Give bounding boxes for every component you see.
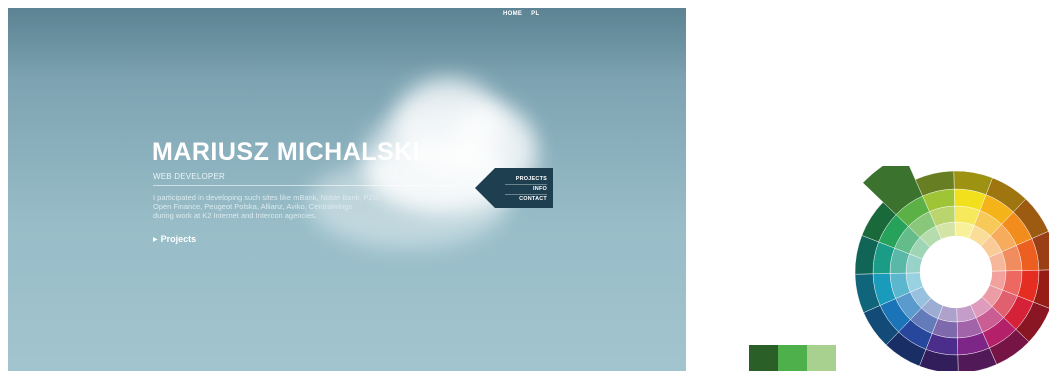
- wheel-center: [920, 236, 992, 308]
- hero-name: MARIUSZ MICHALSKI: [152, 138, 421, 166]
- side-menu-item-contact[interactable]: CONTACT: [505, 195, 547, 204]
- hero-description: I participated in developing such sites …: [153, 193, 381, 220]
- projects-link[interactable]: ▶ Projects: [153, 234, 196, 244]
- top-nav: HOME PL: [503, 11, 546, 17]
- triangle-right-icon: ▶: [153, 237, 158, 243]
- website-screenshot: HOME PL MARIUSZ MICHALSKI WEB DEVELOPER …: [8, 8, 686, 371]
- description-line: during work at K2 Internet and Intercon …: [153, 211, 317, 220]
- hero-role: WEB DEVELOPER: [153, 172, 225, 181]
- swatch-dark-green: [749, 345, 778, 371]
- swatch-light-green: [807, 345, 836, 371]
- color-wheel: [854, 166, 1049, 371]
- side-menu-item-info[interactable]: INFO: [505, 185, 547, 195]
- color-swatches: [749, 345, 836, 371]
- sky-shade: [8, 8, 686, 78]
- description-line: I participated in developing such sites …: [153, 193, 381, 202]
- projects-link-label: Projects: [160, 234, 197, 244]
- nav-pl-link[interactable]: PL: [531, 11, 539, 17]
- side-menu-item-projects[interactable]: PROJECTS: [505, 175, 547, 185]
- description-line: Open Finance, Peugeot Polska, Allianz, A…: [153, 202, 353, 211]
- hero-divider: [153, 185, 455, 186]
- nav-home-link[interactable]: HOME: [503, 11, 522, 17]
- swatch-green: [778, 345, 807, 371]
- side-menu: PROJECTS INFO CONTACT: [475, 168, 553, 208]
